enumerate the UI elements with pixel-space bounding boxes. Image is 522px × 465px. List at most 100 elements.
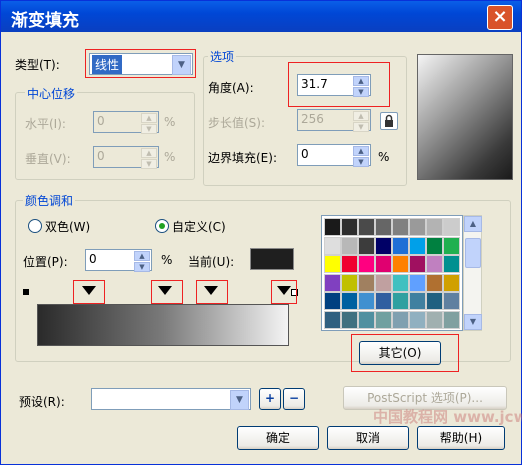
gradient-fill-dialog: 渐变填充 × 类型(T): 线性 ▼ 中心位移 水平(I): 0 ▲ ▼ % 垂直… bbox=[0, 0, 522, 465]
palette-swatch[interactable] bbox=[341, 236, 358, 255]
palette-swatch[interactable] bbox=[426, 273, 443, 292]
palette-swatch[interactable] bbox=[358, 236, 375, 255]
radio-selected-dot bbox=[159, 223, 165, 229]
palette-swatch[interactable] bbox=[375, 310, 392, 329]
palette-swatch[interactable] bbox=[392, 236, 409, 255]
palette-swatch[interactable] bbox=[443, 255, 460, 273]
palette-swatch[interactable] bbox=[426, 292, 443, 310]
palette-swatch[interactable] bbox=[324, 273, 341, 292]
position-label: 位置(P): bbox=[23, 255, 68, 269]
vertical-input[interactable]: 0 ▲ ▼ bbox=[93, 146, 159, 169]
palette-swatch[interactable] bbox=[392, 273, 409, 292]
custom-radio[interactable] bbox=[155, 219, 169, 233]
palette-swatch[interactable] bbox=[426, 255, 443, 273]
vertical-value: 0 bbox=[97, 149, 105, 163]
palette-swatch[interactable] bbox=[409, 236, 426, 255]
current-label: 当前(U): bbox=[188, 255, 235, 269]
plus-icon: + bbox=[264, 391, 276, 405]
palette-swatch[interactable] bbox=[341, 255, 358, 273]
horizontal-spinner[interactable]: ▲ ▼ bbox=[141, 113, 157, 134]
help-button[interactable]: 帮助(H) bbox=[417, 426, 505, 450]
edge-pad-spinner[interactable]: ▲ ▼ bbox=[353, 146, 369, 167]
remove-preset-button[interactable]: − bbox=[283, 388, 305, 410]
add-preset-button[interactable]: + bbox=[259, 388, 281, 410]
palette-swatch[interactable] bbox=[341, 310, 358, 329]
palette-swatch[interactable] bbox=[324, 218, 341, 236]
center-offset-legend: 中心位移 bbox=[25, 85, 78, 102]
horizontal-input[interactable]: 0 ▲ ▼ bbox=[93, 111, 159, 134]
edge-pad-input[interactable]: 0 ▲ ▼ bbox=[297, 144, 371, 167]
palette-swatch[interactable] bbox=[324, 236, 341, 255]
palette-swatch[interactable] bbox=[375, 236, 392, 255]
steps-input[interactable]: 256 ▲ ▼ bbox=[297, 109, 371, 132]
scroll-up-icon[interactable]: ▲ bbox=[464, 216, 482, 232]
palette-swatch[interactable] bbox=[443, 273, 460, 292]
edge-pad-value: 0 bbox=[301, 147, 309, 161]
options-legend: 选项 bbox=[208, 48, 237, 65]
palette-swatch[interactable] bbox=[324, 292, 341, 310]
close-button[interactable]: × bbox=[487, 5, 513, 30]
palette-swatch[interactable] bbox=[392, 310, 409, 329]
color-palette[interactable] bbox=[321, 215, 463, 331]
two-color-radio[interactable] bbox=[28, 219, 42, 233]
scroll-thumb[interactable] bbox=[465, 238, 481, 268]
palette-swatch[interactable] bbox=[341, 292, 358, 310]
start-node[interactable] bbox=[23, 289, 29, 295]
palette-swatch[interactable] bbox=[324, 310, 341, 329]
title-bar[interactable]: 渐变填充 × bbox=[1, 1, 521, 32]
current-color-swatch[interactable] bbox=[250, 248, 294, 270]
palette-swatch[interactable] bbox=[358, 310, 375, 329]
palette-swatch[interactable] bbox=[358, 218, 375, 236]
position-spinner[interactable]: ▲ ▼ bbox=[134, 251, 150, 272]
highlight-box bbox=[351, 334, 459, 372]
palette-swatch[interactable] bbox=[324, 255, 341, 273]
palette-swatch[interactable] bbox=[375, 292, 392, 310]
highlight-box bbox=[85, 49, 196, 78]
palette-scrollbar[interactable]: ▲ ▼ bbox=[463, 215, 482, 331]
preset-select[interactable]: ▼ bbox=[91, 388, 251, 410]
gradient-bar[interactable] bbox=[37, 304, 289, 346]
palette-swatch[interactable] bbox=[358, 255, 375, 273]
palette-swatch[interactable] bbox=[409, 310, 426, 329]
edge-pad-unit: % bbox=[378, 150, 390, 164]
palette-swatch[interactable] bbox=[409, 218, 426, 236]
palette-swatch[interactable] bbox=[358, 292, 375, 310]
ok-button[interactable]: 确定 bbox=[237, 426, 319, 450]
steps-spinner[interactable]: ▲ ▼ bbox=[353, 111, 369, 132]
palette-swatch[interactable] bbox=[443, 218, 460, 236]
palette-swatch[interactable] bbox=[409, 255, 426, 273]
scroll-down-icon[interactable]: ▼ bbox=[464, 314, 482, 330]
palette-swatch[interactable] bbox=[375, 255, 392, 273]
palette-swatch[interactable] bbox=[392, 255, 409, 273]
palette-swatch[interactable] bbox=[341, 218, 358, 236]
vertical-label: 垂直(V): bbox=[25, 152, 71, 166]
vertical-unit: % bbox=[164, 150, 176, 164]
type-label: 类型(T): bbox=[15, 58, 60, 72]
palette-swatch[interactable] bbox=[409, 273, 426, 292]
palette-swatch[interactable] bbox=[392, 292, 409, 310]
chevron-down-icon[interactable]: ▼ bbox=[230, 390, 249, 410]
vertical-spinner[interactable]: ▲ ▼ bbox=[141, 148, 157, 169]
palette-swatch[interactable] bbox=[341, 273, 358, 292]
horizontal-unit: % bbox=[164, 115, 176, 129]
palette-swatch[interactable] bbox=[426, 236, 443, 255]
palette-swatch[interactable] bbox=[358, 273, 375, 292]
palette-swatch[interactable] bbox=[443, 236, 460, 255]
lock-button[interactable] bbox=[380, 112, 398, 130]
palette-swatch[interactable] bbox=[443, 292, 460, 310]
lock-icon bbox=[385, 114, 393, 127]
highlight-box bbox=[271, 280, 297, 304]
steps-value: 256 bbox=[301, 112, 324, 126]
custom-label: 自定义(C) bbox=[172, 220, 226, 234]
palette-swatch[interactable] bbox=[426, 218, 443, 236]
palette-swatch[interactable] bbox=[375, 273, 392, 292]
palette-swatch[interactable] bbox=[392, 218, 409, 236]
horizontal-label: 水平(I): bbox=[25, 117, 66, 131]
palette-swatch[interactable] bbox=[443, 310, 460, 329]
palette-swatch[interactable] bbox=[375, 218, 392, 236]
palette-swatch[interactable] bbox=[409, 292, 426, 310]
cancel-button[interactable]: 取消 bbox=[327, 426, 409, 450]
palette-swatch[interactable] bbox=[426, 310, 443, 329]
position-input[interactable]: 0 ▲ ▼ bbox=[85, 249, 152, 272]
position-unit: % bbox=[161, 253, 173, 267]
